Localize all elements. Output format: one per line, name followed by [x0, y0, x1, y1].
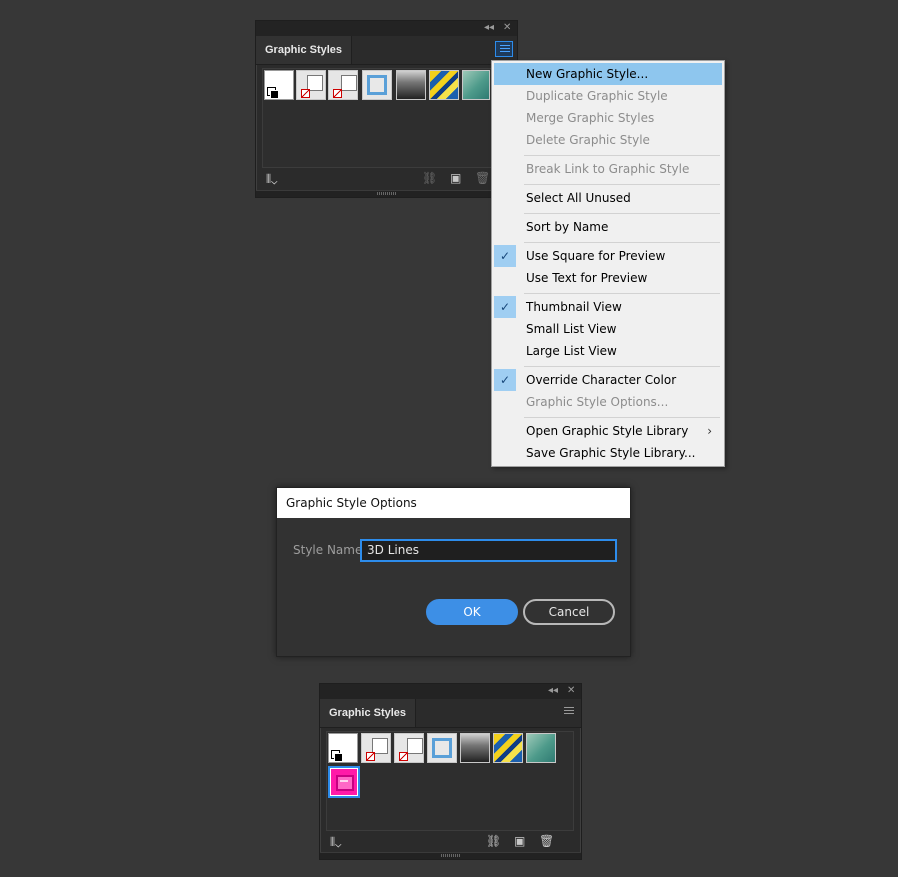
swatch-yellow-blue-pattern[interactable]: [429, 70, 459, 100]
menu-item-override-character-color[interactable]: Override Character Color: [494, 369, 722, 391]
swatch-teal-leaf[interactable]: [526, 733, 556, 763]
dialog-title[interactable]: Graphic Style Options: [277, 488, 630, 518]
new-style-icon[interactable]: ▣: [450, 171, 461, 185]
swatch-well: [262, 68, 498, 168]
swatch-default-style[interactable]: [328, 733, 358, 763]
menu-item-use-square-for-preview[interactable]: Use Square for Preview: [494, 245, 722, 267]
menu-separator: [524, 155, 720, 156]
cancel-button[interactable]: Cancel: [523, 599, 615, 625]
none-icon: [333, 89, 342, 98]
ok-button[interactable]: OK: [426, 599, 518, 625]
menu-separator: [524, 242, 720, 243]
menu-item-break-link[interactable]: Break Link to Graphic Style: [494, 158, 722, 180]
panel-titlebar[interactable]: ◂◂ ✕: [320, 684, 581, 699]
tab-graphic-styles[interactable]: Graphic Styles: [256, 36, 353, 64]
menu-item-use-text-for-preview[interactable]: Use Text for Preview: [494, 267, 722, 289]
menu-item-label: Open Graphic Style Library: [526, 424, 689, 438]
menu-item-thumbnail-view[interactable]: Thumbnail View: [494, 296, 722, 318]
none-icon: [399, 752, 408, 761]
panel-bottom-bar: ⫴⌄ ⛓ ▣ 🗑: [256, 169, 517, 191]
style-name-label: Style Name:: [293, 543, 367, 557]
menu-item-select-all-unused[interactable]: Select All Unused: [494, 187, 722, 209]
new-style-icon[interactable]: ▣: [514, 834, 525, 848]
panel-flyout-menu: New Graphic Style... Duplicate Graphic S…: [491, 60, 725, 467]
panel-bottom-bar: ⫴⌄ ⛓ ▣ 🗑: [320, 832, 581, 854]
none-icon: [301, 89, 310, 98]
panel-tabstrip: Graphic Styles: [320, 699, 581, 728]
menu-lines-icon: [564, 707, 574, 708]
style-name-input[interactable]: 3D Lines: [360, 539, 617, 562]
close-panel-icon[interactable]: ✕: [567, 685, 575, 697]
graphic-styles-panel-top: ◂◂ ✕ Graphic Styles ⫴⌄ ⛓ ▣ 🗑: [255, 20, 518, 198]
menu-item-sort-by-name[interactable]: Sort by Name: [494, 216, 722, 238]
menu-item-large-list-view[interactable]: Large List View: [494, 340, 722, 362]
menu-item-merge-graphic-styles[interactable]: Merge Graphic Styles: [494, 107, 722, 129]
trash-icon[interactable]: 🗑: [539, 834, 554, 848]
swatch-no-fill-stroke-2[interactable]: [328, 70, 358, 100]
tab-graphic-styles[interactable]: Graphic Styles: [320, 699, 417, 727]
graphic-styles-panel-bottom: ◂◂ ✕ Graphic Styles ⫴⌄ ⛓ ▣ 🗑: [319, 683, 582, 860]
swatch-no-fill-stroke[interactable]: [296, 70, 326, 100]
panel-titlebar[interactable]: ◂◂ ✕: [256, 21, 517, 36]
swatch-gray-gradient[interactable]: [460, 733, 490, 763]
menu-item-duplicate-graphic-style[interactable]: Duplicate Graphic Style: [494, 85, 722, 107]
panel-menu-button[interactable]: [560, 704, 578, 720]
graphic-style-options-dialog: Graphic Style Options Style Name: 3D Lin…: [276, 487, 631, 657]
menu-item-open-graphic-style-library[interactable]: Open Graphic Style Library ›: [494, 420, 722, 442]
library-icon[interactable]: ⫴⌄: [330, 835, 342, 850]
submenu-arrow-icon: ›: [707, 424, 712, 438]
menu-item-graphic-style-options[interactable]: Graphic Style Options...: [494, 391, 722, 413]
resize-grip[interactable]: [256, 190, 517, 197]
collapse-panel-icon[interactable]: ◂◂: [548, 685, 558, 697]
library-icon[interactable]: ⫴⌄: [266, 172, 278, 187]
menu-item-delete-graphic-style[interactable]: Delete Graphic Style: [494, 129, 722, 151]
menu-separator: [524, 184, 720, 185]
menu-item-save-graphic-style-library[interactable]: Save Graphic Style Library...: [494, 442, 722, 464]
resize-grip[interactable]: [320, 852, 581, 859]
swatch-teal-leaf[interactable]: [462, 70, 490, 100]
menu-separator: [524, 366, 720, 367]
break-link-icon[interactable]: ⛓: [422, 171, 437, 185]
swatch-no-fill-stroke-2[interactable]: [394, 733, 424, 763]
menu-item-small-list-view[interactable]: Small List View: [494, 318, 722, 340]
swatch-blue-stroke-frame[interactable]: [362, 70, 392, 100]
swatch-yellow-blue-pattern[interactable]: [493, 733, 523, 763]
swatch-default-style[interactable]: [264, 70, 294, 100]
swatch-pink-3d-lines[interactable]: [328, 766, 360, 798]
close-panel-icon[interactable]: ✕: [503, 22, 511, 34]
menu-separator: [524, 213, 720, 214]
panel-menu-button[interactable]: [495, 41, 513, 57]
swatch-no-fill-stroke[interactable]: [361, 733, 391, 763]
menu-lines-icon: [500, 45, 510, 46]
menu-item-new-graphic-style[interactable]: New Graphic Style...: [494, 63, 722, 85]
none-icon: [366, 752, 375, 761]
panel-tabstrip: Graphic Styles: [256, 36, 517, 65]
menu-separator: [524, 417, 720, 418]
swatch-blue-stroke-frame[interactable]: [427, 733, 457, 763]
swatch-gray-gradient[interactable]: [396, 70, 426, 100]
break-link-icon[interactable]: ⛓: [486, 834, 501, 848]
menu-separator: [524, 293, 720, 294]
collapse-panel-icon[interactable]: ◂◂: [484, 22, 494, 34]
swatch-well: [326, 731, 574, 831]
trash-icon[interactable]: 🗑: [475, 171, 490, 185]
